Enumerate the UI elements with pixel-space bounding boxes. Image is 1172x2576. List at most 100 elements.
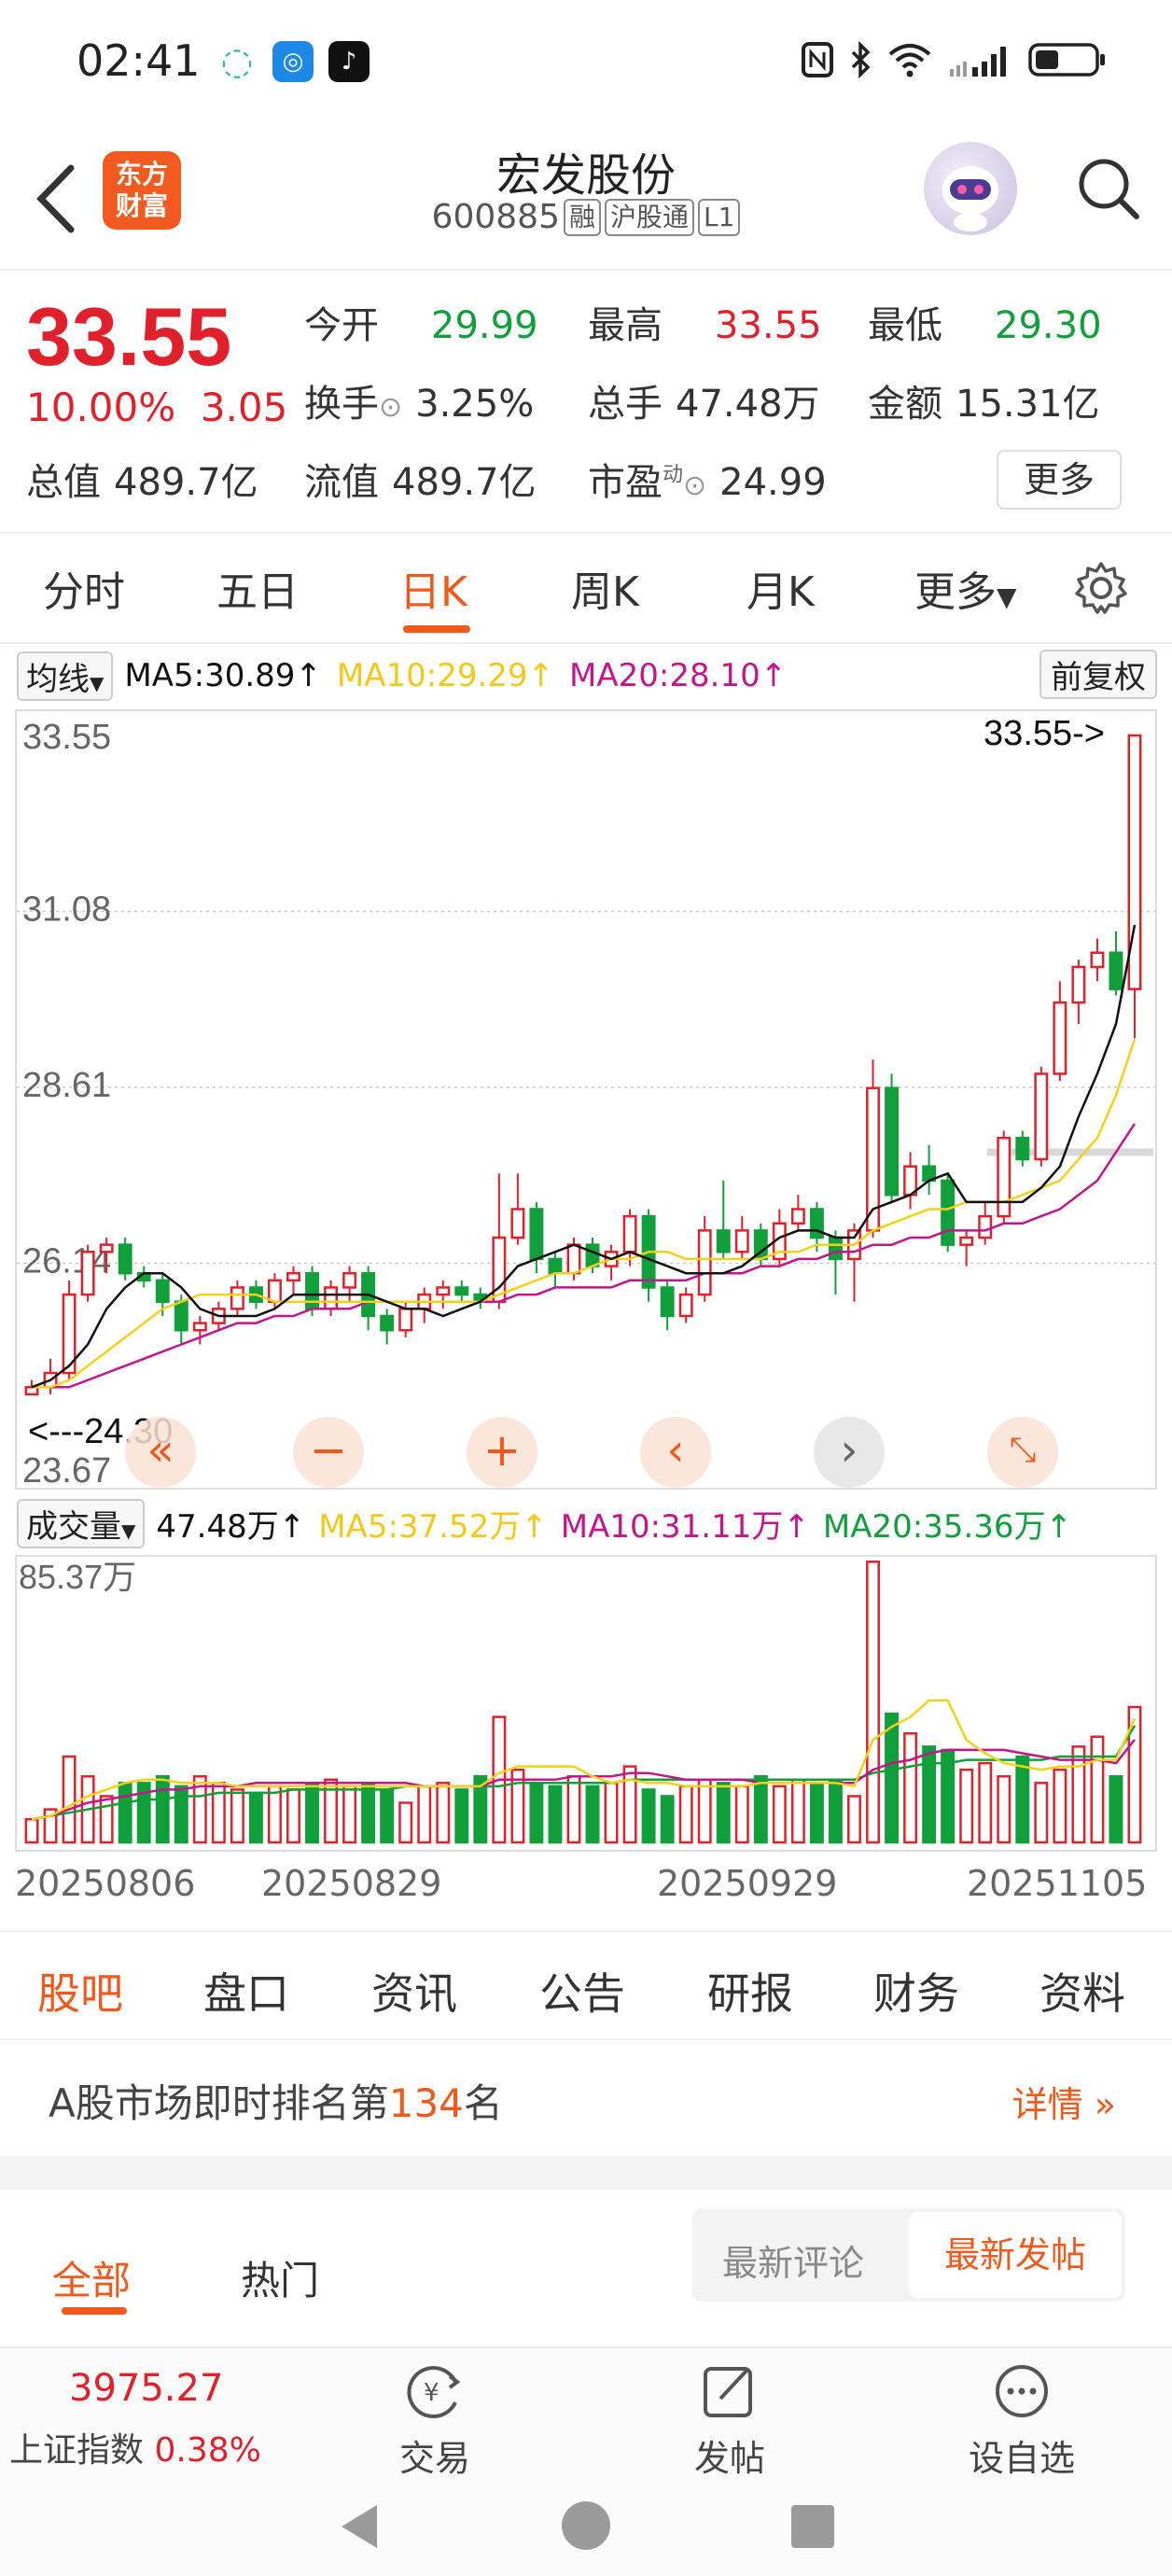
section-tabs: 股吧 盘口 资讯 公告 研报 财务 资料 — [0, 1930, 1172, 2040]
svg-text:¥: ¥ — [424, 2379, 440, 2407]
volume-bar — [604, 1782, 619, 1844]
tab-research[interactable]: 研报 — [707, 1960, 793, 2022]
candle-body — [1034, 1072, 1049, 1161]
tab-financials[interactable]: 财务 — [873, 1960, 959, 2022]
zoom-in-icon[interactable]: + — [467, 1417, 537, 1488]
stock-header: 东方 财富 宏发股份 600885 融 沪股通 L1 — [0, 131, 1172, 271]
candle-body — [324, 1286, 339, 1310]
zoom-out-icon[interactable]: − — [293, 1417, 364, 1488]
amount-value: 15.31亿 — [956, 383, 1100, 426]
bluetooth-icon — [851, 41, 871, 78]
volume-bar — [286, 1788, 300, 1844]
index-pct: 0.38% — [154, 2431, 261, 2470]
volume-svg[interactable]: 85.37万 — [17, 1557, 1155, 1850]
volume-bar — [529, 1782, 544, 1844]
tab-monthly-k[interactable]: 月K — [746, 558, 815, 618]
watchlist-icon — [996, 2365, 1048, 2417]
volume-bar — [155, 1774, 170, 1844]
post-button[interactable]: 发帖 — [694, 2361, 765, 2481]
nav-back-icon[interactable] — [336, 2501, 383, 2552]
more-button[interactable]: 更多 — [997, 450, 1122, 510]
nav-recents-icon[interactable] — [789, 2503, 836, 2550]
candle-body — [99, 1243, 114, 1253]
info-icon[interactable]: ⊙ — [379, 391, 402, 424]
pe-stat[interactable]: 市盈动⊙ 24.99 — [588, 452, 827, 506]
indicator-caret-icon: ▼ — [121, 1519, 136, 1542]
tab-announcements[interactable]: 公告 — [539, 1960, 625, 2022]
gear-icon[interactable] — [1071, 558, 1131, 618]
float-value: 489.7亿 — [392, 461, 537, 504]
fullscreen-icon[interactable]: ⤡ — [987, 1417, 1058, 1488]
candle-body — [959, 1236, 974, 1246]
candle-body — [118, 1243, 133, 1275]
volume-bar — [622, 1765, 637, 1844]
tab-intraday[interactable]: 分时 — [43, 558, 125, 618]
watchlist-button[interactable]: 设自选 — [969, 2361, 1075, 2481]
scroll-right-icon[interactable]: › — [814, 1417, 885, 1488]
tab-weekly-k[interactable]: 周K — [571, 558, 639, 618]
candle-body — [305, 1271, 319, 1310]
volume-bar — [342, 1785, 357, 1844]
tab-guba[interactable]: 股吧 — [37, 1960, 123, 2022]
volume-bar — [398, 1801, 413, 1844]
volume-bar — [1053, 1768, 1067, 1844]
change-abs: 3.05 — [200, 385, 288, 430]
indicator-selector[interactable]: 成交量▼ — [17, 1498, 146, 1548]
tab-daily-k[interactable]: 日K — [399, 558, 467, 618]
tab-more-label: 更多 — [914, 568, 997, 616]
ma-selector[interactable]: 均线▼ — [17, 651, 114, 701]
candle-body — [286, 1271, 300, 1282]
legend-vol-ma5: MA5:37.52万↑ — [318, 1507, 548, 1546]
kline-svg[interactable]: 33.5531.0828.6126.1423.6733.55-><---24.3… — [17, 711, 1155, 1491]
indicator-selector-label: 成交量 — [26, 1507, 121, 1546]
tab-hot-posts[interactable]: 热门 — [241, 2249, 319, 2306]
adjust-button[interactable]: 前复权 — [1039, 650, 1157, 699]
kline-chart[interactable]: 33.55 31.08 28.61 26.14 23.67 33.55-> <---24.3… — [15, 709, 1157, 1491]
tag-margin: 融 — [563, 198, 601, 236]
volume-bar — [660, 1795, 675, 1844]
mktcap-stat: 总值 489.7亿 — [26, 452, 258, 506]
candle-body — [529, 1208, 544, 1261]
sort-latest-comment[interactable]: 最新评论 — [722, 2234, 864, 2286]
candle-body — [585, 1243, 600, 1267]
pe-info-icon[interactable]: ⊙ — [683, 469, 706, 502]
wifi-icon — [888, 44, 931, 77]
rank-detail-link[interactable]: 详情 » — [1012, 2076, 1116, 2127]
market-rank-row[interactable]: A股市场即时排名第134名 详情 » — [0, 2042, 1172, 2154]
ai-robot-avatar[interactable] — [924, 142, 1017, 235]
tag-level: L1 — [698, 198, 741, 236]
tab-five-day[interactable]: 五日 — [216, 558, 299, 618]
turnover-value: 3.25% — [415, 383, 535, 426]
legend-vol-ma10: MA10:31.11万↑ — [560, 1507, 810, 1546]
candle-body — [697, 1229, 712, 1296]
trade-button[interactable]: ¥ 交易 — [399, 2361, 470, 2481]
volume-chart[interactable]: 85.37万 — [15, 1555, 1157, 1852]
scroll-left-icon[interactable]: ‹ — [640, 1417, 711, 1488]
turnover-stat[interactable]: 换手⊙ 3.25% — [304, 373, 534, 427]
candle-body — [174, 1300, 188, 1332]
volume-label: 总手 — [588, 383, 663, 426]
date-tick-3: 20250929 — [657, 1863, 838, 1904]
rank-text: A股市场即时排名第134名 — [49, 2072, 503, 2129]
search-icon[interactable] — [1071, 151, 1146, 226]
volume-bar — [1090, 1735, 1105, 1844]
tab-orderbook[interactable]: 盘口 — [203, 1960, 289, 2022]
candle-body — [660, 1286, 675, 1318]
volume-bar — [959, 1768, 974, 1844]
rank-suffix: 名 — [463, 2080, 503, 2126]
tab-all-posts[interactable]: 全部 — [52, 2249, 131, 2306]
post-label: 发帖 — [694, 2438, 766, 2479]
volume-bar — [62, 1755, 77, 1844]
tab-profile[interactable]: 资料 — [1039, 1960, 1125, 2022]
ma20-line — [32, 1123, 1137, 1389]
volume-bar — [436, 1782, 451, 1844]
pe-value: 24.99 — [719, 461, 827, 504]
tab-more[interactable]: 更多▼ — [914, 558, 1017, 618]
nav-home-icon[interactable] — [560, 2499, 612, 2552]
tiktok-icon: ♪ — [328, 41, 370, 82]
app-notify-icon: ◎ — [272, 41, 314, 82]
sort-latest-post[interactable]: 最新发帖 — [909, 2212, 1122, 2298]
scroll-left-far-icon[interactable]: « — [125, 1417, 196, 1488]
tab-news[interactable]: 资讯 — [371, 1960, 457, 2022]
legend-ma10: MA10:29.29↑ — [336, 657, 555, 694]
